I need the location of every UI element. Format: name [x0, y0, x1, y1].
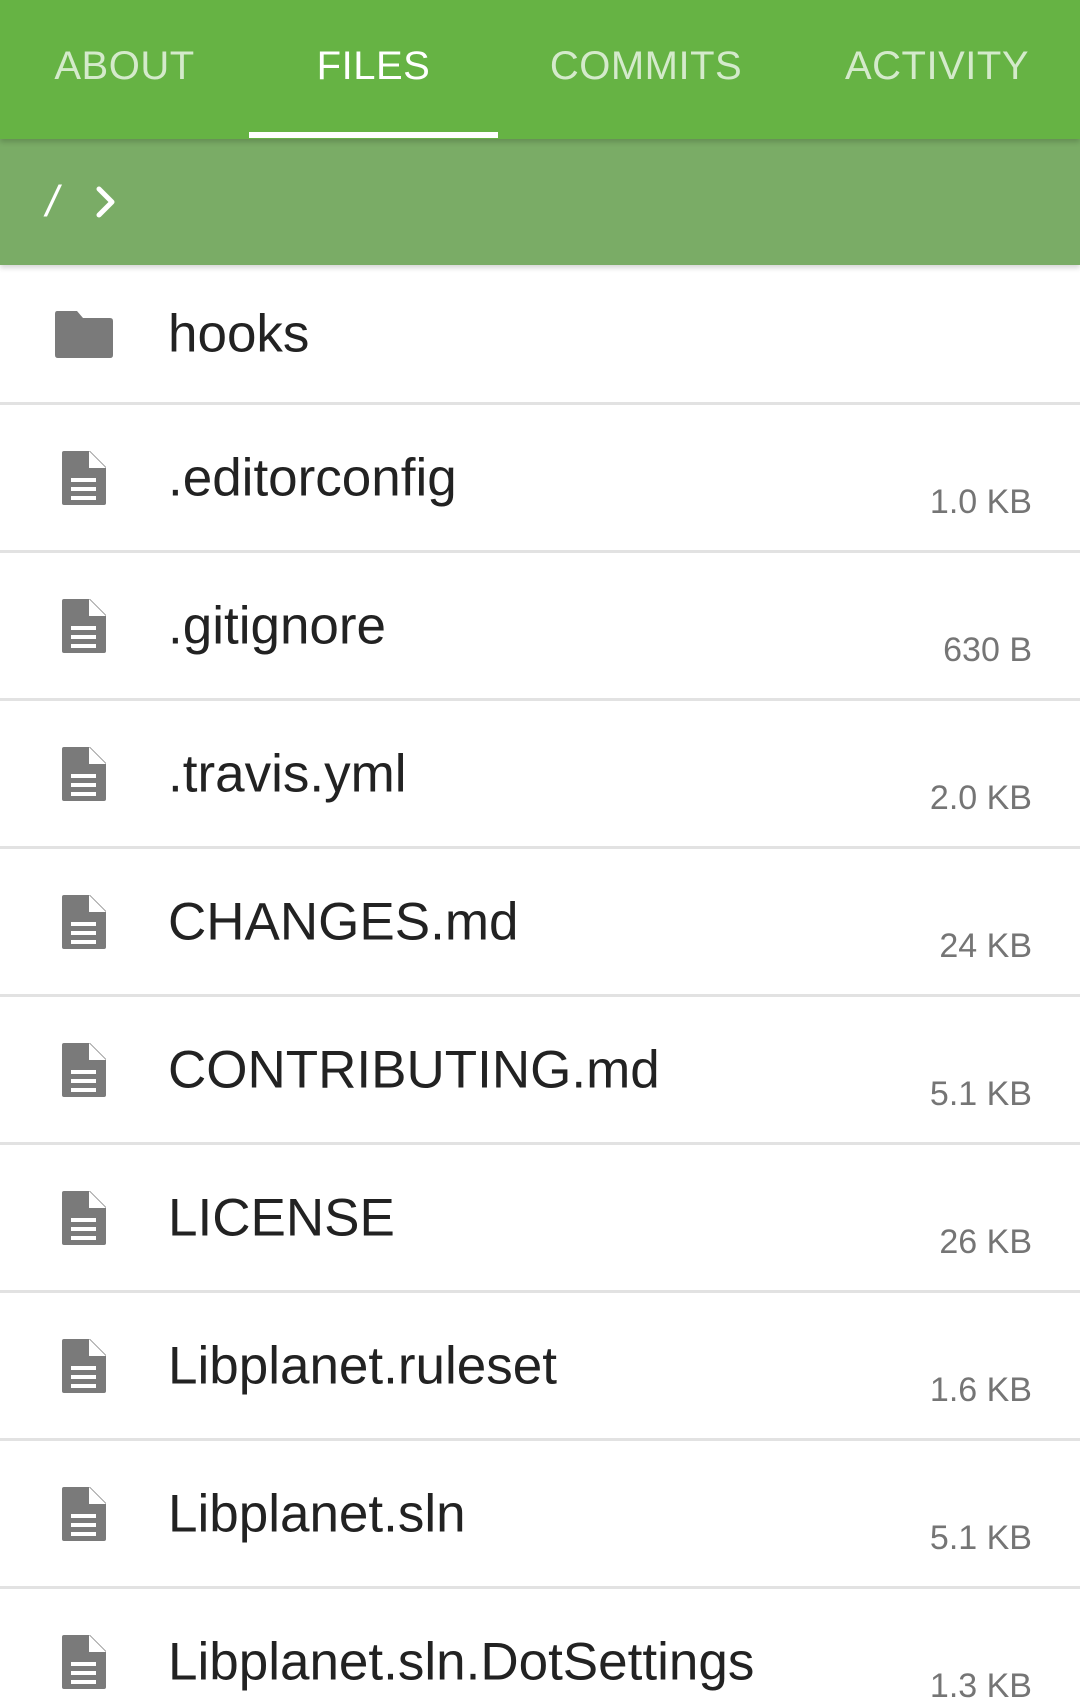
folder-icon — [52, 302, 116, 366]
file-size: 24 KB — [939, 927, 1032, 965]
app-screen: ABOUT FILES COMMITS ACTIVITY / hooks .edi… — [0, 0, 1080, 1699]
file-list: hooks .editorconfig 1.0 KB .gitignore 630 B.… — [0, 265, 1080, 1699]
file-name: LICENSE — [168, 1188, 395, 1247]
file-name: Libplanet.ruleset — [168, 1336, 557, 1395]
file-size: 5.1 KB — [929, 1519, 1032, 1557]
file-document-icon — [52, 446, 116, 510]
file-row[interactable]: .gitignore 630 B — [0, 553, 1080, 701]
breadcrumb: / — [0, 139, 1080, 265]
file-name: Libplanet.sln.DotSettings — [168, 1632, 755, 1691]
file-name: .travis.yml — [168, 744, 407, 803]
file-name: CONTRIBUTING.md — [168, 1040, 660, 1099]
file-size: 2.0 KB — [929, 779, 1032, 817]
file-row[interactable]: CHANGES.md 24 KB — [0, 849, 1080, 997]
file-document-icon — [52, 890, 116, 954]
file-name: .gitignore — [168, 596, 387, 655]
file-size: 630 B — [943, 631, 1032, 669]
file-row[interactable]: .travis.yml 2.0 KB — [0, 701, 1080, 849]
tab-about[interactable]: ABOUT — [0, 0, 249, 139]
file-document-icon — [52, 1038, 116, 1102]
breadcrumb-root[interactable]: / — [46, 177, 58, 227]
file-document-icon — [52, 1186, 116, 1250]
chevron-right-icon — [94, 182, 124, 222]
file-document-icon — [52, 742, 116, 806]
file-row[interactable]: .editorconfig 1.0 KB — [0, 405, 1080, 553]
file-size: 1.3 KB — [929, 1667, 1032, 1699]
tab-files[interactable]: FILES — [249, 0, 498, 139]
file-row[interactable]: Libplanet.ruleset 1.6 KB — [0, 1293, 1080, 1441]
file-name: Libplanet.sln — [168, 1484, 466, 1543]
folder-row[interactable]: hooks — [0, 265, 1080, 405]
tab-bar: ABOUT FILES COMMITS ACTIVITY — [0, 0, 1080, 139]
file-document-icon — [52, 1334, 116, 1398]
file-row[interactable]: Libplanet.sln 5.1 KB — [0, 1441, 1080, 1589]
file-name: hooks — [168, 304, 310, 363]
file-name: CHANGES.md — [168, 892, 519, 951]
file-row[interactable]: LICENSE 26 KB — [0, 1145, 1080, 1293]
file-size: 5.1 KB — [929, 1075, 1032, 1113]
file-document-icon — [52, 1630, 116, 1694]
tab-commits[interactable]: COMMITS — [498, 0, 794, 139]
file-row[interactable]: CONTRIBUTING.md 5.1 KB — [0, 997, 1080, 1145]
tab-activity[interactable]: ACTIVITY — [794, 0, 1080, 139]
file-size: 26 KB — [939, 1223, 1032, 1261]
file-row[interactable]: Libplanet.sln.DotSettings 1.3 KB — [0, 1589, 1080, 1699]
active-tab-indicator — [249, 132, 498, 138]
file-document-icon — [52, 594, 116, 658]
file-size: 1.0 KB — [929, 483, 1032, 521]
file-size: 1.6 KB — [929, 1371, 1032, 1409]
file-document-icon — [52, 1482, 116, 1546]
file-name: .editorconfig — [168, 448, 457, 507]
